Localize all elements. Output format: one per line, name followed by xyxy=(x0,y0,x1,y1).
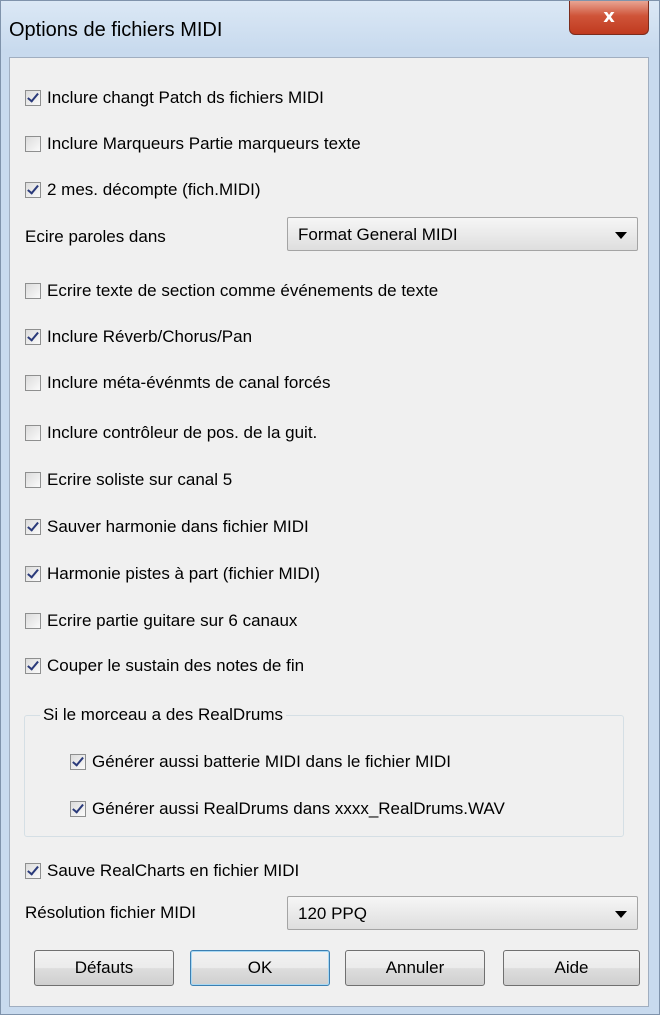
cancel-button[interactable]: Annuler xyxy=(345,950,485,986)
checkbox-save-realcharts[interactable] xyxy=(25,863,41,879)
checkbox-guitar-6-channels[interactable] xyxy=(25,613,41,629)
resolution-label: Résolution fichier MIDI xyxy=(25,903,197,922)
close-button[interactable]: x xyxy=(569,1,649,35)
lyrics-format-dropdown[interactable]: Format General MIDI xyxy=(287,217,638,251)
option-label: Générer aussi batterie MIDI dans le fich… xyxy=(92,752,452,771)
checkbox-include-part-markers[interactable] xyxy=(25,136,41,152)
option-include-part-markers[interactable]: Inclure Marqueurs Partie marqueurs texte xyxy=(25,130,361,158)
checkbox-guitar-position-controller[interactable] xyxy=(25,425,41,441)
checkbox-section-text-events[interactable] xyxy=(25,283,41,299)
option-label: Ecrire partie guitare sur 6 canaux xyxy=(47,611,298,630)
option-label: Inclure Marqueurs Partie marqueurs texte xyxy=(47,134,361,153)
chevron-down-icon xyxy=(615,911,627,918)
option-section-text-events[interactable]: Ecrire texte de section comme événements… xyxy=(25,277,438,305)
checkbox-generate-realdrums-wav[interactable] xyxy=(70,801,86,817)
checkbox-reverb-chorus-pan[interactable] xyxy=(25,329,41,345)
option-save-harmony[interactable]: Sauver harmonie dans fichier MIDI xyxy=(25,513,309,541)
option-guitar-position-controller[interactable]: Inclure contrôleur de pos. de la guit. xyxy=(25,419,317,447)
option-forced-channel-meta[interactable]: Inclure méta-événmts de canal forcés xyxy=(25,369,330,397)
chevron-down-icon xyxy=(615,232,627,239)
realdrums-group-title: Si le morceau a des RealDrums xyxy=(40,705,286,725)
option-label: Inclure changt Patch ds fichiers MIDI xyxy=(47,88,324,107)
resolution-value: 120 PPQ xyxy=(298,904,367,923)
option-label: Sauve RealCharts en fichier MIDI xyxy=(47,861,300,880)
option-cut-sustain[interactable]: Couper le sustain des notes de fin xyxy=(25,652,304,680)
option-label: 2 mes. décompte (fich.MIDI) xyxy=(47,180,261,199)
option-generate-realdrums-wav[interactable]: Générer aussi RealDrums dans xxxx_RealDr… xyxy=(70,795,505,823)
option-label: Inclure méta-événmts de canal forcés xyxy=(47,373,331,392)
option-label: Couper le sustain des notes de fin xyxy=(47,656,305,675)
close-icon: x xyxy=(603,6,615,27)
lyrics-label: Ecire paroles dans xyxy=(25,227,166,246)
lyrics-format-value: Format General MIDI xyxy=(298,225,458,244)
checkbox-soloist-channel-5[interactable] xyxy=(25,472,41,488)
option-label: Sauver harmonie dans fichier MIDI xyxy=(47,517,309,536)
option-reverb-chorus-pan[interactable]: Inclure Réverb/Chorus/Pan xyxy=(25,323,252,351)
option-guitar-6-channels[interactable]: Ecrire partie guitare sur 6 canaux xyxy=(25,607,297,635)
checkbox-forced-channel-meta[interactable] xyxy=(25,375,41,391)
title-bar[interactable]: Options de fichiers MIDI x xyxy=(1,1,659,57)
option-label: Inclure Réverb/Chorus/Pan xyxy=(47,327,253,346)
checkbox-save-harmony[interactable] xyxy=(25,519,41,535)
option-generate-midi-drums[interactable]: Générer aussi batterie MIDI dans le fich… xyxy=(70,748,451,776)
checkbox-count-in[interactable] xyxy=(25,182,41,198)
option-label: Inclure contrôleur de pos. de la guit. xyxy=(47,423,318,442)
option-label: Harmonie pistes à part (fichier MIDI) xyxy=(47,564,321,583)
defaults-button[interactable]: Défauts xyxy=(34,950,174,986)
option-label: Générer aussi RealDrums dans xxxx_RealDr… xyxy=(92,799,505,818)
checkbox-cut-sustain[interactable] xyxy=(25,658,41,674)
dialog-title: Options de fichiers MIDI xyxy=(9,19,223,41)
checkbox-harmony-separate-tracks[interactable] xyxy=(25,566,41,582)
option-include-patch-change[interactable]: Inclure changt Patch ds fichiers MIDI xyxy=(25,84,324,112)
option-save-realcharts[interactable]: Sauve RealCharts en fichier MIDI xyxy=(25,857,299,885)
option-soloist-channel-5[interactable]: Ecrire soliste sur canal 5 xyxy=(25,466,232,494)
resolution-dropdown[interactable]: 120 PPQ xyxy=(287,896,638,930)
checkbox-generate-midi-drums[interactable] xyxy=(70,754,86,770)
option-count-in[interactable]: 2 mes. décompte (fich.MIDI) xyxy=(25,176,261,204)
help-button[interactable]: Aide xyxy=(503,950,640,986)
option-harmony-separate-tracks[interactable]: Harmonie pistes à part (fichier MIDI) xyxy=(25,560,320,588)
option-label: Ecrire texte de section comme événements… xyxy=(47,281,439,300)
ok-button[interactable]: OK xyxy=(190,950,330,986)
option-label: Ecrire soliste sur canal 5 xyxy=(47,470,233,489)
checkbox-include-patch-change[interactable] xyxy=(25,90,41,106)
